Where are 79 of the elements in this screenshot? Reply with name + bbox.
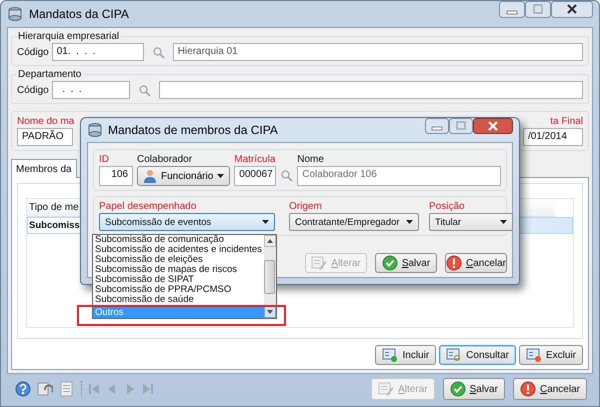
field-label: ID — [99, 154, 110, 165]
list-item[interactable]: Subcomissão de SIPAT — [93, 275, 264, 285]
input-field[interactable]: /01/2014 — [523, 128, 583, 146]
list-item[interactable]: Subcomissão de PPRA/PCMSO — [93, 285, 264, 295]
window-title: Mandatos da CIPA — [29, 7, 130, 21]
field-label: Papel desempenhado — [99, 201, 198, 212]
caret-icon — [500, 220, 507, 224]
minimize-icon[interactable] — [499, 1, 525, 18]
dropdown[interactable]: Titular — [429, 213, 513, 231]
tab[interactable]: Membros da — [11, 159, 77, 178]
window-search-icon — [446, 347, 462, 363]
field-label: Origem — [289, 201, 323, 212]
input-field[interactable]: PADRÃO — [17, 128, 73, 146]
minimize-icon[interactable] — [425, 118, 449, 134]
dropdown-button[interactable]: Funcionário — [137, 166, 230, 186]
field-label: Posição — [429, 201, 466, 212]
close-icon[interactable] — [551, 1, 593, 18]
person-icon — [143, 169, 157, 183]
next-icon[interactable] — [124, 383, 136, 395]
app-icon — [87, 122, 103, 138]
alert-circle-icon — [520, 381, 536, 397]
input-field[interactable]: 000067 — [234, 166, 276, 186]
previous-icon[interactable] — [106, 383, 118, 395]
maximize-icon[interactable] — [449, 118, 473, 134]
field-label: Nome do ma — [17, 116, 74, 127]
search-icon[interactable] — [152, 46, 165, 58]
app-icon — [7, 6, 23, 22]
field-label: Código — [17, 46, 49, 58]
search-icon[interactable] — [138, 84, 151, 96]
group-title: Hierarquia empresarial — [17, 31, 120, 42]
field-label: Colaborador — [137, 154, 194, 165]
group-title: Departamento — [17, 69, 82, 80]
list-item[interactable]: Subcomissão de saúde — [93, 295, 264, 305]
search-icon[interactable] — [280, 169, 294, 182]
refresh-icon[interactable] — [37, 381, 53, 397]
field-label: Matrícula — [234, 154, 276, 165]
check-circle-icon — [450, 381, 466, 397]
dropdown[interactable]: Subcomissão de eventos — [99, 213, 275, 231]
scroll-down-icon[interactable] — [264, 306, 276, 318]
caret-icon — [406, 220, 413, 224]
caret-icon — [262, 220, 269, 224]
button[interactable]: Consultar — [439, 345, 516, 365]
table-cell: Subcomiss — [29, 220, 80, 231]
button[interactable]: Cancelar — [512, 378, 587, 400]
field-label: ta Final — [550, 116, 583, 127]
first-icon[interactable] — [88, 383, 100, 395]
input-field[interactable]: Hierarquia 01 — [172, 43, 583, 61]
input-field[interactable]: . . . — [52, 81, 130, 99]
button[interactable]: Salvar — [442, 378, 505, 400]
dropdown[interactable]: Contratante/Empregador — [289, 213, 419, 231]
window-add-icon — [382, 347, 398, 363]
button[interactable]: Excluir — [518, 345, 583, 365]
list-item[interactable]: Subcomissão de mapas de riscos — [93, 265, 264, 275]
scroll-thumb[interactable] — [264, 260, 276, 294]
maximize-icon[interactable] — [525, 1, 551, 18]
last-icon[interactable] — [142, 383, 154, 395]
field-label: Código — [17, 84, 49, 96]
scrollbar[interactable] — [264, 235, 276, 318]
button[interactable]: Salvar — [375, 253, 437, 273]
close-icon[interactable] — [473, 118, 513, 134]
window-remove-icon — [526, 347, 542, 363]
window-title: Mandatos de membros da CIPA — [108, 123, 279, 137]
list-item[interactable]: Subcomissão de acidentes e incidentes — [93, 245, 264, 255]
input-field[interactable] — [158, 81, 583, 99]
input-field[interactable]: Colaborador 106 — [297, 166, 501, 186]
field-label: Nome — [297, 154, 325, 165]
pencil-grid-icon — [311, 255, 328, 271]
help-icon[interactable] — [15, 381, 31, 397]
list-item[interactable]: Subcomissão de comunicação — [93, 235, 264, 245]
alert-circle-icon — [446, 255, 462, 271]
button[interactable]: Incluir — [375, 345, 436, 365]
button[interactable]: Cancelar — [445, 253, 507, 273]
report-icon[interactable] — [59, 381, 75, 397]
check-circle-icon — [382, 255, 398, 271]
pencil-grid-icon — [378, 381, 394, 397]
scroll-up-icon[interactable] — [264, 235, 276, 247]
input-field[interactable]: 106 — [99, 166, 133, 186]
input-field[interactable]: 01. . . . — [52, 43, 144, 61]
list-item[interactable]: Subcomissão de eleições — [93, 255, 264, 265]
